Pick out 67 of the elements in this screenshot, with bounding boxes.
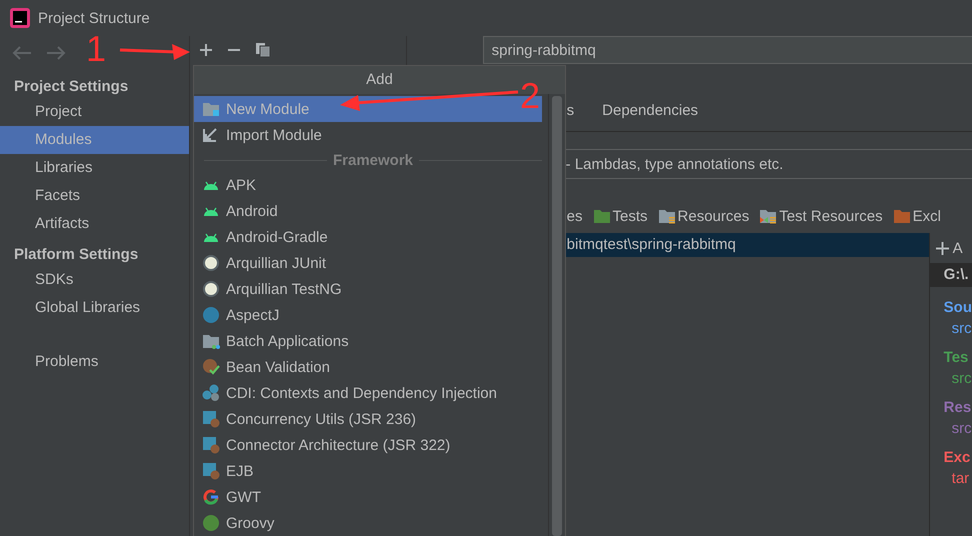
folder-icon [202,101,220,117]
folder-icon [658,208,676,224]
circle-icon [202,514,220,532]
google-icon [202,488,220,506]
add-icon[interactable] [936,242,949,254]
annotation-number: 1 [86,31,106,67]
source-type-button[interactable]: Test Resources [779,208,883,224]
root-path: src [950,369,972,387]
menu-item[interactable]: Arquillian JUnit [194,250,542,276]
sidebar-item[interactable]: Facets [0,182,190,210]
source-type-button[interactable]: Resources [678,208,750,224]
add-icon[interactable] [199,43,214,57]
section-heading: Project Settings [13,77,130,97]
sidebar-item[interactable]: SDKs [0,266,190,294]
square-icon [202,436,220,454]
add-content-root-label[interactable]: A [952,240,963,256]
root-type-heading: Exc [942,448,972,466]
menu-item[interactable]: GWT [194,484,542,510]
menu-item[interactable]: Android-Gradle [194,224,542,250]
separator-label: Framework [332,152,414,168]
menu-item[interactable]: Batch Applications [194,328,542,354]
alien-icon [202,254,220,272]
folder-icon [892,208,911,224]
name-field[interactable]: spring-rabbitmq [482,36,972,64]
menu-item[interactable]: CDI: Contexts and Dependency Injection [194,380,542,406]
root-type-heading: Res [942,398,972,416]
circle-icon [202,306,220,324]
folder-icon [202,333,220,349]
source-type-button[interactable]: es [566,208,582,224]
menu-item[interactable]: Groovy [194,510,542,536]
root-path: src [950,319,972,337]
app-logo [10,8,30,28]
root-path: src [950,419,972,437]
root-path: tar [950,469,970,487]
folder-icon [592,208,610,224]
beans-icon [202,384,220,402]
menu-item[interactable]: AspectJ [194,302,542,328]
bean-icon [202,358,220,376]
square-icon [202,410,220,428]
root-type-heading: Sou [942,298,972,316]
scrollbar-thumb[interactable] [552,96,562,536]
sidebar-item[interactable]: Libraries [0,154,190,182]
folder-icon [759,208,778,224]
source-type-button[interactable]: Tests [612,208,648,224]
sidebar-item[interactable]: Artifacts [0,210,190,238]
tab[interactable]: s [566,102,574,129]
menu-item[interactable]: EJB [194,458,542,484]
menu-item[interactable]: Connector Architecture (JSR 322) [194,432,542,458]
source-type-button[interactable]: Excl [912,208,941,224]
sidebar-item[interactable]: Project [0,98,190,126]
alien-icon [202,280,220,298]
root-type-heading: Tes [942,348,970,366]
sidebar-item[interactable]: Global Libraries [0,294,190,322]
sidebar-item[interactable]: Problems [0,348,190,376]
window-title: Project Structure [38,10,150,26]
menu-item[interactable]: APK [194,172,542,198]
menu-item[interactable]: Arquillian TestNG [194,276,542,302]
square-icon [202,462,220,480]
copy-icon[interactable] [255,42,272,58]
menu-item[interactable]: Concurrency Utils (JSR 236) [194,406,542,432]
content-root-header: G:\. [930,263,972,287]
tab[interactable]: Dependencies [602,102,698,129]
menu-item[interactable]: Android [194,198,542,224]
menu-item[interactable]: Bean Validation [194,354,542,380]
annotation-arrow [120,44,190,60]
section-heading: Platform Settings [13,245,140,265]
menu-item[interactable]: Import Module [194,122,542,148]
